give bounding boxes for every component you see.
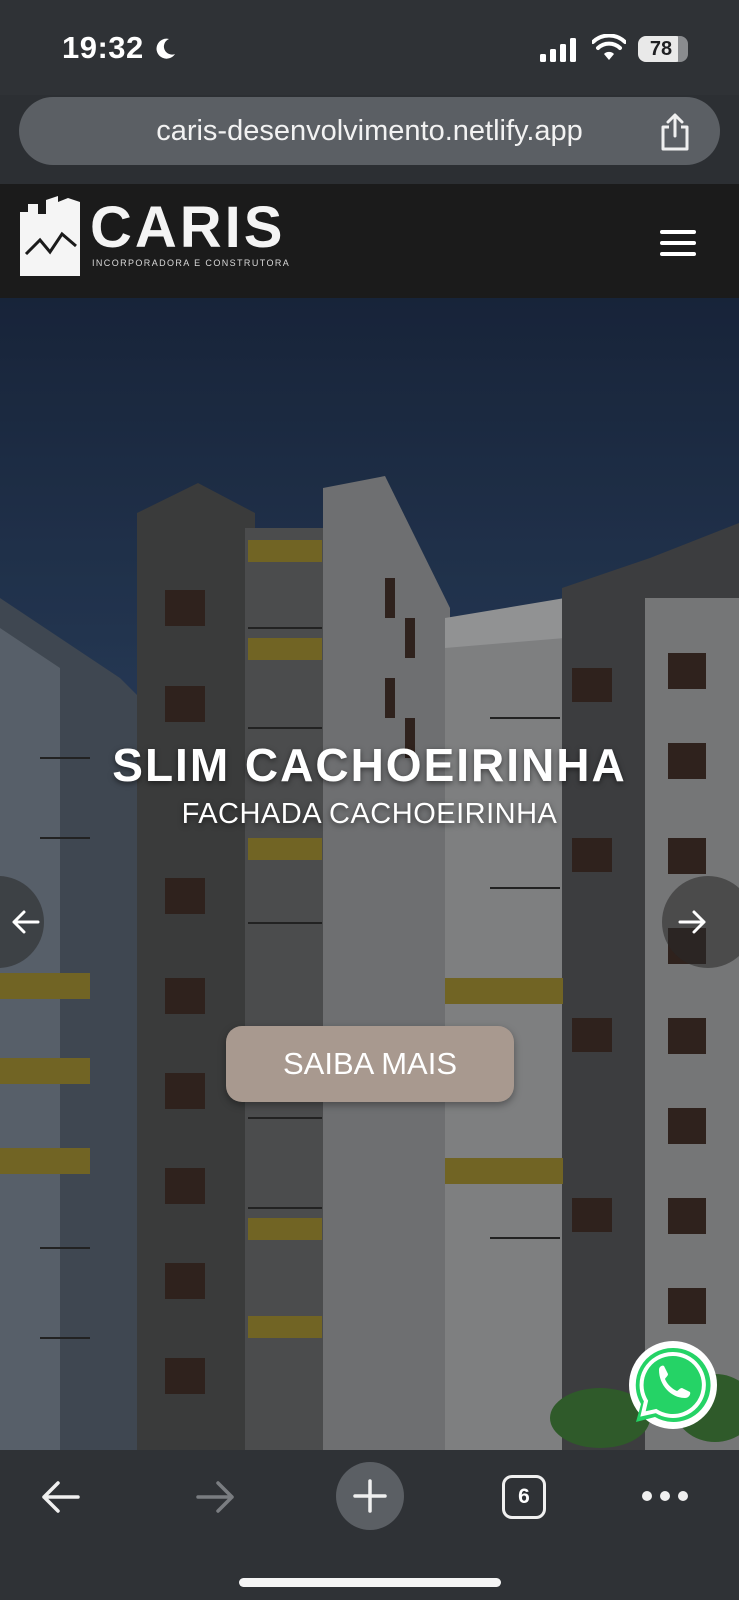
browser-toolbar: 6 <box>0 1450 739 1600</box>
hamburger-menu-icon[interactable] <box>660 230 696 256</box>
moon-icon <box>156 38 175 59</box>
address-bar[interactable]: caris-desenvolvimento.netlify.app <box>19 97 720 165</box>
signal-icon <box>540 38 576 62</box>
hero-slider: SLIM CACHOEIRINHA FACHADA CACHOEIRINHA S… <box>0 298 739 1450</box>
more-icon[interactable] <box>640 1488 690 1504</box>
hero-title: SLIM CACHOEIRINHA <box>112 739 627 791</box>
logo-wordmark[interactable]: CARIS <box>90 198 285 258</box>
status-time: 19:32 <box>62 30 144 65</box>
home-indicator[interactable] <box>239 1578 501 1587</box>
building-facade-image <box>0 298 739 1450</box>
status-bar: 19:32 78 <box>0 0 739 95</box>
forward-arrow-icon[interactable] <box>192 1474 238 1520</box>
site-header: CARIS INCORPORADORA E CONSTRUTORA <box>0 184 739 298</box>
arrow-right-icon <box>678 910 706 934</box>
saiba-mais-button[interactable]: SAIBA MAIS <box>226 1026 514 1102</box>
logo-tagline: INCORPORADORA E CONSTRUTORA <box>92 258 291 268</box>
whatsapp-icon[interactable] <box>626 1338 720 1432</box>
hero-subtitle: FACHADA CACHOEIRINHA <box>181 798 558 830</box>
wifi-icon <box>592 34 626 60</box>
url-text[interactable]: caris-desenvolvimento.netlify.app <box>19 97 720 165</box>
caris-logo-icon[interactable] <box>18 194 82 276</box>
back-arrow-icon[interactable] <box>38 1474 84 1520</box>
tabs-icon[interactable]: 6 <box>502 1475 546 1519</box>
arrow-left-icon <box>12 910 40 934</box>
battery-percentage: 78 <box>649 38 673 60</box>
share-icon[interactable] <box>655 112 695 152</box>
battery-icon: 78 <box>638 36 688 62</box>
plus-icon <box>353 1479 387 1513</box>
new-tab-button[interactable] <box>336 1462 404 1530</box>
